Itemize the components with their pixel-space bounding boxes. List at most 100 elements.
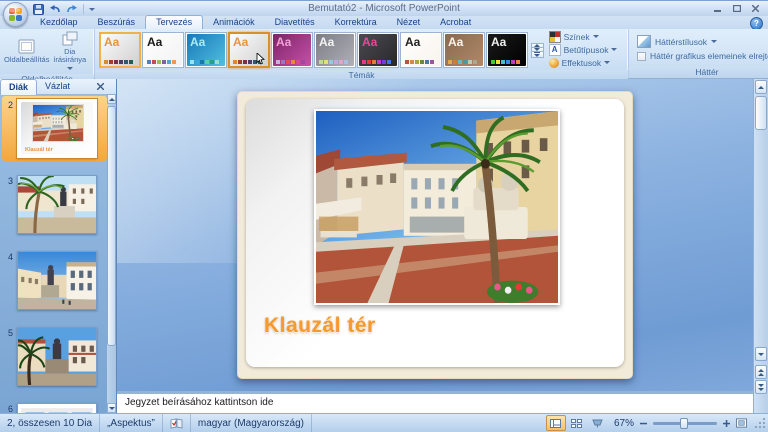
previous-slide-button[interactable] bbox=[755, 365, 767, 379]
slide-thumbnail-5[interactable]: 5 bbox=[2, 324, 107, 389]
effects-icon bbox=[548, 57, 559, 68]
slide-sorter-view-button[interactable] bbox=[567, 415, 587, 431]
scroll-up-icon[interactable] bbox=[755, 80, 767, 94]
themes-gallery: Aa Aa Aa Aa Aa Aa Aa Aa Aa Aa bbox=[99, 31, 529, 68]
theme-color-dots bbox=[104, 59, 133, 64]
slide-thumb-image[interactable] bbox=[17, 175, 97, 234]
theme-letters: Aa bbox=[104, 34, 120, 49]
tab-acrobat[interactable]: Acrobat bbox=[430, 16, 481, 29]
group-page-setup: Oldalbeállítás Dia írásiránya Oldalbeáll… bbox=[0, 29, 95, 85]
theme-thumbnail-10[interactable]: Aa bbox=[486, 31, 528, 68]
theme-color-dots bbox=[147, 59, 176, 64]
slideshow-view-button[interactable] bbox=[588, 415, 608, 431]
theme-color-dots bbox=[190, 59, 219, 64]
tab-animaciok[interactable]: Animációk bbox=[203, 16, 265, 29]
scroll-down-icon[interactable] bbox=[107, 403, 116, 413]
minimize-button[interactable] bbox=[709, 3, 726, 14]
mini-slide-photo bbox=[32, 104, 84, 142]
theme-thumbnail-5[interactable]: Aa bbox=[271, 31, 313, 68]
tab-kezdolap[interactable]: Kezdőlap bbox=[30, 16, 88, 29]
slides-panel-scrollbar[interactable] bbox=[107, 94, 116, 413]
tab-tervezes[interactable]: Tervezés bbox=[145, 15, 204, 29]
spellcheck-book-icon bbox=[170, 418, 183, 428]
notes-pane[interactable]: Jegyzet beírásához kattintson ide bbox=[117, 391, 753, 413]
tab-beszuras[interactable]: Beszúrás bbox=[88, 16, 146, 29]
slide-orientation-icon bbox=[62, 31, 78, 46]
scrollbar-thumb[interactable] bbox=[107, 106, 116, 346]
theme-letters: Aa bbox=[147, 34, 163, 49]
hide-background-graphics-checkbox[interactable]: Háttér grafikus elemeinek elrejtése bbox=[637, 51, 768, 61]
normal-view-button[interactable] bbox=[545, 415, 566, 431]
tab-korrektura[interactable]: Korrektúra bbox=[325, 16, 387, 29]
slide-thumbnail-2[interactable]: 2 Klauzál tér bbox=[2, 96, 107, 161]
theme-colors-button[interactable]: Színek bbox=[548, 30, 624, 43]
slide-thumb-image[interactable] bbox=[17, 403, 97, 413]
theme-color-dots bbox=[448, 59, 477, 64]
theme-name[interactable]: „Aspektus” bbox=[100, 413, 163, 432]
tab-outline[interactable]: Vázlat bbox=[37, 79, 78, 94]
slide-title[interactable]: Klauzál tér bbox=[264, 314, 376, 338]
theme-letters: Aa bbox=[362, 34, 378, 49]
theme-letters: Aa bbox=[491, 34, 507, 49]
mini-slide-caption: Klauzál tér bbox=[25, 147, 53, 153]
zoom-level[interactable]: 67% bbox=[614, 418, 634, 429]
tab-nezet[interactable]: Nézet bbox=[387, 16, 431, 29]
zoom-in-button[interactable] bbox=[721, 418, 732, 429]
office-logo-icon bbox=[8, 7, 22, 21]
main-area: Diák Vázlat 2 Klauzál tér 3 4 5 6 Klauzá… bbox=[0, 78, 768, 413]
slide-photo[interactable] bbox=[314, 109, 560, 305]
slide-thumb-image[interactable] bbox=[17, 251, 97, 310]
slides-panel: Diák Vázlat 2 Klauzál tér 3 4 5 6 bbox=[0, 78, 117, 413]
scroll-down-icon[interactable] bbox=[755, 347, 767, 361]
chevron-down-icon bbox=[592, 35, 599, 38]
theme-thumbnail-2[interactable]: Aa bbox=[142, 31, 184, 68]
slide-canvas[interactable]: Klauzál tér bbox=[237, 91, 633, 379]
zoom-controls: 67% bbox=[614, 417, 747, 429]
slide-thumb-image[interactable]: Klauzál tér bbox=[16, 98, 98, 159]
slide-orientation-button[interactable]: Dia írásiránya bbox=[49, 31, 90, 72]
zoom-out-button[interactable] bbox=[638, 418, 649, 429]
theme-thumbnail-4-hover[interactable]: Aa bbox=[228, 31, 270, 68]
theme-fonts-button[interactable]: A Betűtípusok bbox=[548, 43, 624, 56]
language-status[interactable]: magyar (Magyarország) bbox=[191, 413, 313, 432]
page-setup-button[interactable]: Oldalbeállítás bbox=[4, 39, 49, 64]
tab-slides[interactable]: Diák bbox=[0, 78, 38, 95]
gallery-more-button[interactable] bbox=[531, 50, 544, 58]
zoom-slider-thumb[interactable] bbox=[680, 417, 688, 429]
theme-thumbnail-8[interactable]: Aa bbox=[400, 31, 442, 68]
scroll-up-icon[interactable] bbox=[107, 94, 116, 104]
theme-thumbnail-1-selected[interactable]: Aa bbox=[99, 31, 141, 68]
editor-scrollbar[interactable] bbox=[753, 79, 768, 413]
window-title: Bemutató2 - Microsoft PowerPoint bbox=[308, 3, 460, 14]
theme-thumbnail-9[interactable]: Aa bbox=[443, 31, 485, 68]
theme-thumbnail-6[interactable]: Aa bbox=[314, 31, 356, 68]
close-button[interactable] bbox=[747, 3, 764, 14]
scrollbar-thumb[interactable] bbox=[755, 96, 767, 130]
background-styles-icon bbox=[637, 35, 651, 48]
panel-close-icon[interactable] bbox=[96, 82, 105, 92]
statue-palm-photo bbox=[18, 328, 96, 385]
theme-thumbnail-7[interactable]: Aa bbox=[357, 31, 399, 68]
theme-thumbnail-3[interactable]: Aa bbox=[185, 31, 227, 68]
theme-effects-button[interactable]: Effektusok bbox=[548, 57, 624, 68]
resize-grip[interactable] bbox=[755, 418, 766, 432]
slide-thumbnail-3[interactable]: 3 bbox=[2, 172, 107, 237]
fit-to-window-button[interactable] bbox=[736, 418, 747, 429]
powerpoint-window: Bemutató2 - Microsoft PowerPoint Kezdőla… bbox=[0, 0, 768, 432]
collage-slide-thumb bbox=[18, 404, 96, 413]
spellcheck-status[interactable] bbox=[163, 413, 191, 432]
notes-placeholder[interactable]: Jegyzet beírásához kattintson ide bbox=[117, 394, 753, 412]
theme-letters: Aa bbox=[405, 34, 421, 49]
theme-letters: Aa bbox=[190, 34, 206, 49]
zoom-slider[interactable] bbox=[653, 417, 717, 429]
slide-thumbnail-6[interactable]: 6 bbox=[2, 400, 107, 413]
maximize-button[interactable] bbox=[728, 3, 745, 14]
office-button[interactable] bbox=[3, 2, 28, 27]
slide-thumb-image[interactable] bbox=[17, 327, 97, 386]
slide-thumbnail-4[interactable]: 4 bbox=[2, 248, 107, 313]
tab-diavetites[interactable]: Diavetítés bbox=[265, 16, 325, 29]
slide-counter[interactable]: 2, összesen 10 Dia bbox=[0, 413, 101, 432]
next-slide-button[interactable] bbox=[755, 380, 767, 394]
mouse-cursor-icon bbox=[256, 52, 265, 65]
background-styles-button[interactable]: Háttérstílusok bbox=[637, 35, 717, 48]
